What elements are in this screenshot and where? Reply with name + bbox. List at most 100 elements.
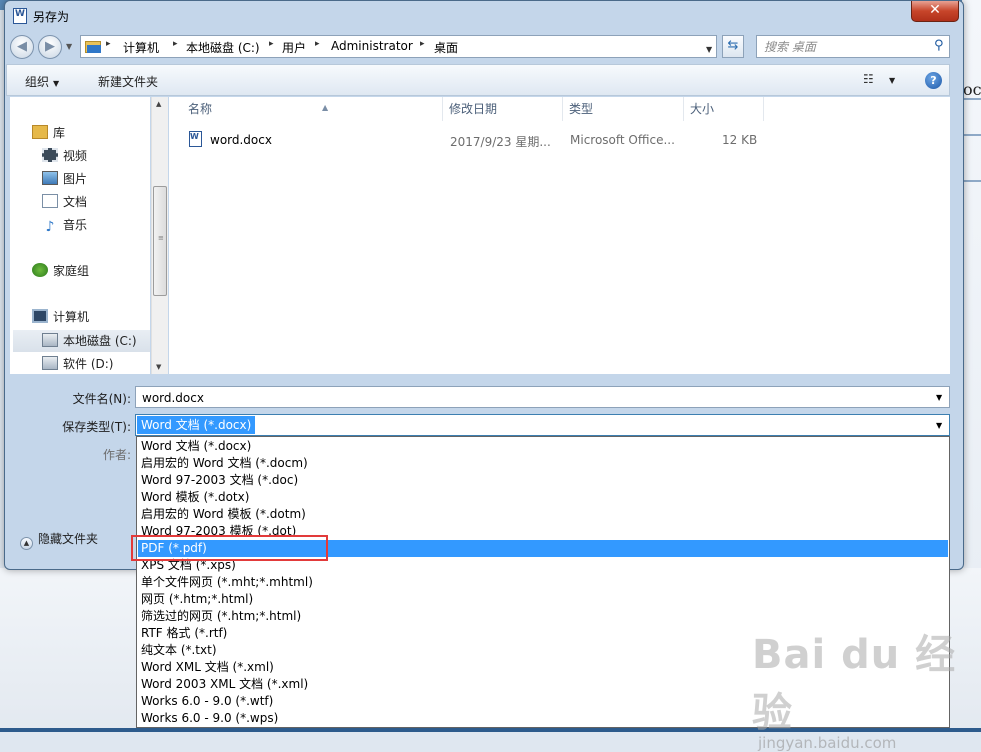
column-header-type[interactable]: 类型	[563, 97, 684, 121]
breadcrumb-separator-icon[interactable]: ▸	[173, 39, 178, 49]
sidebar-item-label: 家庭组	[53, 264, 90, 278]
sidebar-item-homegroup[interactable]: 家庭组	[32, 262, 89, 280]
hide-folders-button[interactable]: ▲ 隐藏文件夹	[20, 530, 98, 550]
computer-icon	[32, 309, 48, 323]
savetype-option[interactable]: 网页 (*.htm;*.html)	[138, 591, 948, 608]
close-button[interactable]: ✕	[911, 1, 959, 22]
file-list: 名称▲ 修改日期 类型 大小 word.docx 2017/9/23 星期...…	[169, 97, 950, 374]
forward-arrow-icon: ▶	[45, 39, 55, 54]
title-bar[interactable]: 另存为 ✕	[5, 1, 963, 31]
sidebar-item-pictures[interactable]: 图片	[42, 170, 87, 188]
breadcrumb-separator-icon[interactable]: ▸	[269, 39, 274, 49]
sidebar-item-label: 软件 (D:)	[63, 357, 114, 371]
navigation-scrollbar[interactable]: ▲ ≡ ▼	[151, 97, 168, 374]
sidebar-item-label: 本地磁盘 (C:)	[63, 334, 137, 348]
view-options-icon[interactable]: ☷	[863, 72, 874, 86]
column-header-name[interactable]: 名称 ▲	[182, 97, 443, 121]
music-icon: ♪	[45, 219, 55, 235]
command-bar: 组织 ▼ 新建文件夹 ☷ ▼ ?	[6, 64, 950, 96]
column-header-size[interactable]: 大小	[684, 97, 764, 121]
scroll-up-icon[interactable]: ▲	[156, 100, 161, 108]
savetype-option[interactable]: 启用宏的 Word 模板 (*.dotm)	[138, 506, 948, 523]
file-modified: 2017/9/23 星期...	[450, 135, 551, 149]
scroll-down-icon[interactable]: ▼	[156, 363, 161, 371]
file-name: word.docx	[210, 133, 272, 147]
table-row[interactable]: word.docx 2017/9/23 星期... Microsoft Offi…	[184, 130, 784, 150]
folder-icon	[85, 39, 101, 53]
savetype-option[interactable]: Word 模板 (*.dotx)	[138, 489, 948, 506]
forward-button[interactable]: ▶	[38, 35, 62, 59]
sidebar-item-label: 视频	[63, 149, 88, 163]
sidebar-item-drive-d[interactable]: 软件 (D:)	[42, 355, 113, 373]
new-folder-button[interactable]: 新建文件夹	[98, 73, 158, 90]
savetype-option[interactable]: Word 文档 (*.docx)	[138, 438, 948, 455]
filename-input[interactable]	[140, 389, 924, 407]
refresh-icon: ⇆	[727, 38, 739, 53]
organize-label: 组织	[25, 75, 50, 89]
breadcrumb-separator-icon[interactable]: ▸	[315, 39, 320, 49]
picture-icon	[42, 171, 58, 185]
breadcrumb-desktop[interactable]: 桌面	[434, 39, 458, 56]
address-dropdown-icon[interactable]: ▼	[706, 45, 712, 54]
chevron-down-icon[interactable]: ▼	[936, 421, 942, 430]
savetype-selected-value: Word 文档 (*.docx)	[137, 416, 256, 434]
watermark-url: jingyan.baidu.com	[758, 734, 897, 752]
file-size: 12 KB	[722, 133, 758, 147]
file-type: Microsoft Office...	[570, 133, 675, 147]
sidebar-item-computer[interactable]: 计算机	[32, 308, 89, 326]
annotation-highlight-box	[131, 535, 328, 561]
document-icon	[42, 194, 58, 208]
savetype-option[interactable]: 单个文件网页 (*.mht;*.mhtml)	[138, 574, 948, 591]
breadcrumb-administrator[interactable]: Administrator	[331, 39, 413, 53]
word-document-icon	[189, 131, 202, 147]
collapse-up-icon: ▲	[20, 537, 33, 550]
search-icon[interactable]: ⚲	[934, 38, 944, 53]
recent-locations-dropdown-icon[interactable]: ▼	[66, 42, 72, 51]
background-divider	[962, 180, 981, 182]
back-button[interactable]: ◀	[10, 35, 34, 59]
column-header-modified[interactable]: 修改日期	[443, 97, 563, 121]
sidebar-item-music[interactable]: ♪ 音乐	[42, 216, 87, 234]
chevron-down-icon: ▼	[53, 79, 60, 88]
breadcrumb-local-disk[interactable]: 本地磁盘 (C:)	[186, 39, 260, 56]
homegroup-icon	[32, 263, 48, 277]
view-dropdown-icon[interactable]: ▼	[889, 76, 895, 85]
breadcrumb-separator-icon[interactable]: ▸	[420, 39, 425, 49]
breadcrumb-separator-icon[interactable]: ▸	[106, 39, 111, 49]
breadcrumb-users[interactable]: 用户	[282, 39, 306, 56]
search-input[interactable]	[762, 38, 926, 56]
sidebar-item-local-disk-c[interactable]: 本地磁盘 (C:)	[13, 330, 150, 352]
breadcrumb-computer[interactable]: 计算机	[123, 39, 159, 56]
hide-folders-label: 隐藏文件夹	[38, 532, 99, 546]
watermark: Bai du 经验 jingyan.baidu.com	[752, 622, 962, 752]
sidebar-item-label: 计算机	[53, 310, 90, 324]
chevron-down-icon[interactable]: ▼	[936, 393, 942, 402]
grip-icon: ≡	[158, 234, 164, 242]
back-arrow-icon: ◀	[17, 39, 27, 54]
savetype-option[interactable]: 启用宏的 Word 文档 (*.docm)	[138, 455, 948, 472]
background-divider	[962, 134, 981, 136]
refresh-button[interactable]: ⇆	[722, 35, 744, 58]
help-icon[interactable]: ?	[925, 72, 942, 89]
sidebar-item-label: 文档	[63, 195, 88, 209]
sidebar-item-label: 图片	[63, 172, 88, 186]
window-title: 另存为	[33, 10, 70, 24]
sidebar-item-label: 音乐	[63, 218, 88, 232]
author-label: 作者:	[102, 448, 131, 462]
filename-label: 文件名(N):	[72, 392, 131, 406]
scrollbar-thumb[interactable]: ≡	[153, 186, 167, 296]
savetype-select[interactable]: Word 文档 (*.docx) ▼	[135, 414, 950, 436]
filename-combobox[interactable]: ▼	[135, 386, 950, 408]
sidebar-item-documents[interactable]: 文档	[42, 193, 87, 211]
address-bar[interactable]: ▸ 计算机 ▸ 本地磁盘 (C:) ▸ 用户 ▸ Administrator ▸…	[80, 35, 717, 58]
savetype-option[interactable]: Word 97-2003 文档 (*.doc)	[138, 472, 948, 489]
sidebar-item-videos[interactable]: 视频	[42, 147, 87, 165]
sidebar-item-label: 库	[53, 126, 66, 140]
organize-button[interactable]: 组织 ▼	[25, 73, 59, 90]
savetype-label: 保存类型(T):	[62, 420, 131, 434]
drive-icon	[42, 333, 58, 347]
sort-ascending-icon: ▲	[322, 103, 329, 112]
video-icon	[42, 148, 58, 162]
sidebar-item-libraries[interactable]: 库	[32, 124, 65, 142]
search-box[interactable]: ⚲	[756, 35, 950, 58]
